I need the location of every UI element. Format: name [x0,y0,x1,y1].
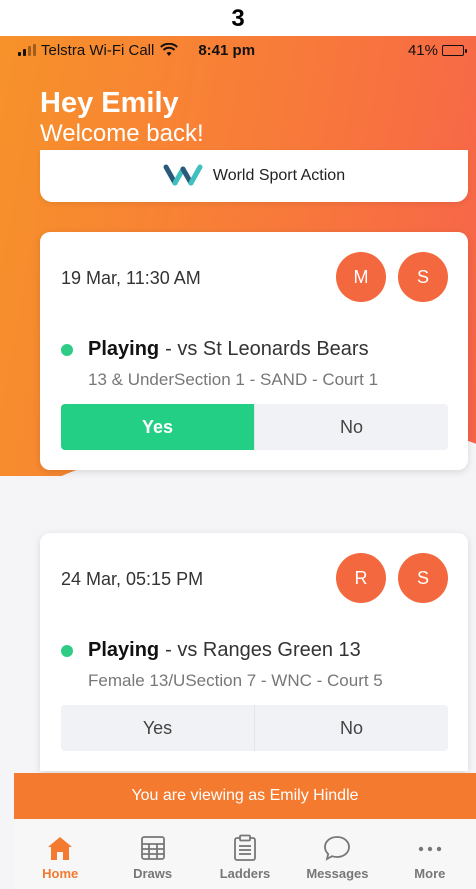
status-dot [61,343,73,356]
opponent-label: - vs Ranges Green 13 [165,639,361,661]
opponent-label: - vs St Leonards Bears [165,338,369,360]
match-card[interactable]: 19 Mar, 11:30 AM M S Playing - vs St Leo… [40,232,468,470]
page-number: 3 [0,0,476,36]
match-status-line: Playing - vs St Leonards Bears [61,338,369,361]
status-label: Playing [88,639,160,661]
availability-toggle: Yes No [61,705,448,751]
world-sport-action-logo [163,164,203,186]
status-dot [61,644,73,657]
status-label: Playing [88,338,160,360]
tab-home[interactable]: Home [14,819,106,889]
more-dots-icon [418,846,442,852]
yes-button[interactable]: Yes [61,404,254,450]
brand-card: World Sport Action [40,150,468,202]
tab-more[interactable]: More [384,819,476,889]
match-date: 24 Mar, 05:15 PM [61,569,204,589]
draws-icon [140,836,165,860]
tab-label: Draws [133,866,173,881]
availability-toggle: Yes No [61,404,448,450]
match-date: 19 Mar, 11:30 AM [61,268,201,288]
avatar[interactable]: M [336,252,386,302]
tab-label: Home [42,866,79,881]
tab-draws[interactable]: Draws [106,819,198,889]
no-button[interactable]: No [254,404,448,450]
tab-messages[interactable]: Messages [291,819,383,889]
match-card[interactable]: 24 Mar, 05:15 PM R S Playing - vs Ranges… [40,533,468,771]
battery-icon [442,44,467,56]
yes-button[interactable]: Yes [61,705,254,751]
section-court-label: 13 & UnderSection 1 - SAND - Court 1 [88,370,379,389]
player-avatars: M S [336,252,448,302]
section-court-label: Female 13/USection 7 - WNC - Court 5 [88,671,383,690]
viewing-as-banner: You are viewing as Emily Hindle [14,773,476,819]
clock: 8:41 pm [198,41,256,59]
signal-icon [18,44,36,56]
battery-percent: 41% [407,41,438,59]
no-button[interactable]: No [254,705,448,751]
carrier-name: Telstra Wi-Fi Call [41,41,155,59]
status-bar: Telstra Wi-Fi Call 8:41 pm 41% [0,36,476,64]
greeting-title: Hey Emily [40,87,179,119]
chat-bubble-icon [324,836,351,861]
avatar[interactable]: S [398,553,448,603]
player-avatars: R S [336,553,448,603]
avatar[interactable]: S [398,252,448,302]
bottom-tab-bar: Home Draws Ladders Messages More [14,819,476,889]
brand-name: World Sport Action [212,167,346,184]
tab-label: More [414,866,446,881]
tab-label: Ladders [219,866,271,881]
tab-label: Messages [306,866,369,881]
app-screen: 3 Telstra Wi-Fi Call 8:41 pm 41% Hey Emi… [0,0,476,889]
greeting-subtitle: Welcome back! [40,120,204,147]
tab-ladders[interactable]: Ladders [199,819,291,889]
clipboard-icon [234,834,256,861]
avatar[interactable]: R [336,553,386,603]
wifi-icon [160,43,179,56]
match-status-line: Playing - vs Ranges Green 13 [61,639,361,662]
greeting: Hey Emily Welcome back! [40,86,204,148]
home-icon [48,837,73,860]
